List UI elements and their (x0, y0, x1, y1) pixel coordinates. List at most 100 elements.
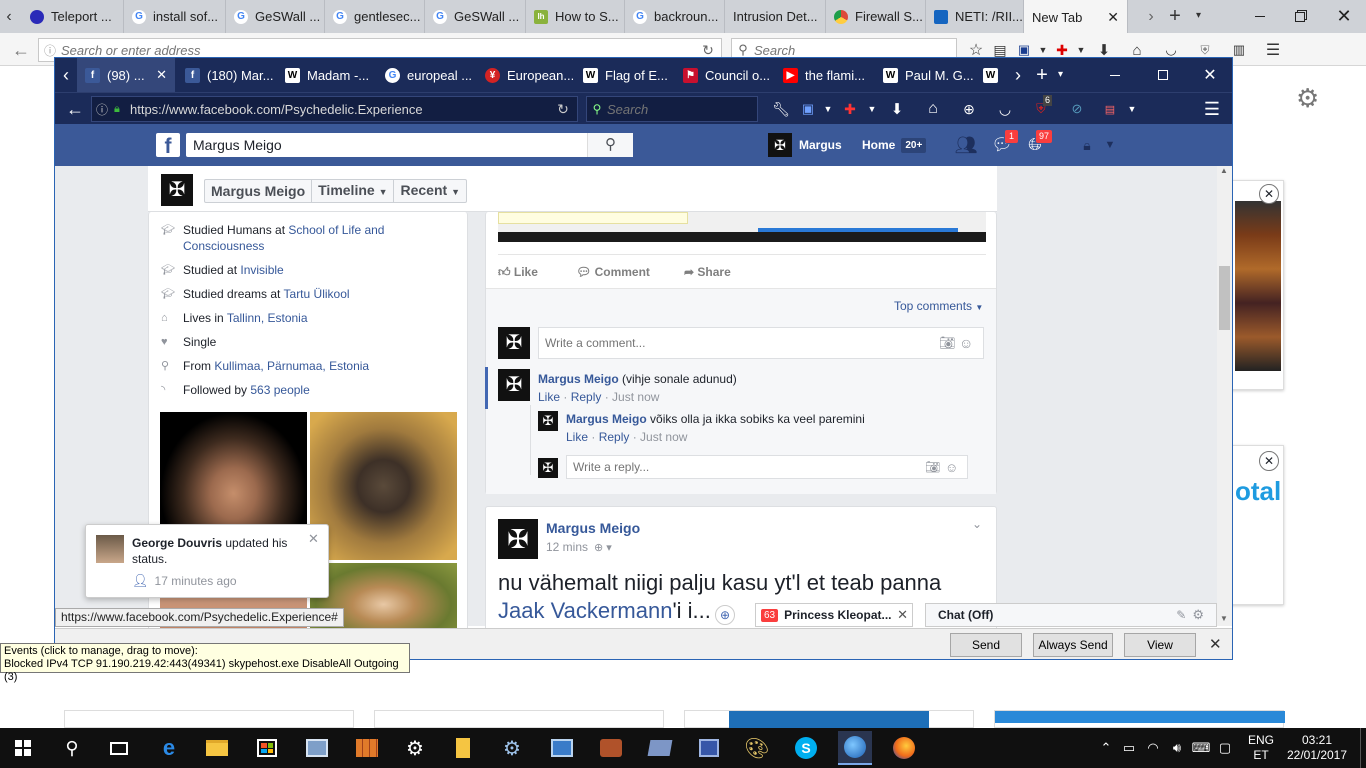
comment-time[interactable]: Just now (612, 390, 659, 404)
outer-tab[interactable]: G GeSWall ... (226, 0, 325, 33)
wifi-icon[interactable]: ◠ (1141, 740, 1165, 756)
comment-author[interactable]: Margus Meigo (566, 412, 647, 426)
comment-button[interactable]: 💬︎ Comment (576, 265, 684, 279)
maximize-button[interactable] (1143, 58, 1183, 92)
chat-sidebar-tab[interactable]: Chat (Off) ✎ ⚙ (925, 603, 1217, 627)
close-tile-icon[interactable]: ✕ (1259, 184, 1279, 204)
post-options-icon[interactable]: ⌄ (972, 517, 982, 531)
close-tab-icon[interactable]: ✕ (1107, 9, 1119, 26)
like-button[interactable]: 👍︎ Like (498, 265, 576, 280)
avatar[interactable]: ✠ (538, 411, 558, 431)
back-button[interactable]: ← (8, 37, 34, 63)
dropdown-icon[interactable]: ▼ (865, 104, 879, 114)
compose-icon[interactable]: ✎ (1176, 608, 1186, 622)
comment-reply-link[interactable]: Reply (599, 430, 630, 444)
reload-icon[interactable]: ↻ (550, 96, 576, 122)
inner-tab[interactable]: W Madam -... (277, 58, 375, 92)
tab-scroll-right-icon[interactable]: › (1143, 0, 1159, 33)
menu-icon[interactable]: ☰ (1199, 96, 1225, 122)
settings-icon[interactable]: ⚙ (398, 731, 432, 765)
view-button[interactable]: View (1124, 633, 1196, 657)
close-icon[interactable]: ✕ (897, 607, 908, 623)
save-icon[interactable]: ▣ (1012, 42, 1036, 58)
outer-tab-active[interactable]: New Tab ✕ (1024, 0, 1128, 34)
inner-urlbar[interactable]: ⓘ 🔒︎ https://www.facebook.com/Psychedeli… (91, 96, 578, 122)
fb-user-name[interactable]: Margus (799, 138, 842, 152)
avatar[interactable]: ✠ (498, 327, 530, 359)
info-icon[interactable]: ⓘ (39, 42, 61, 59)
wrench-icon[interactable]: 🔧︎ (767, 101, 795, 118)
start-button[interactable] (6, 731, 40, 765)
pocket-icon[interactable]: ◡ (1154, 42, 1188, 58)
show-hidden-icons-icon[interactable]: ⌃ (1095, 740, 1117, 756)
write-comment-box[interactable]: 📷︎ ☺ (538, 327, 984, 359)
post-time[interactable]: 12 mins (546, 540, 588, 554)
inner-tab[interactable]: ⚑ Council o... (675, 58, 773, 92)
intro-link[interactable]: Kullimaa, Pärnumaa, Estonia (214, 359, 369, 373)
intro-link[interactable]: 563 people (250, 383, 309, 397)
inner-tab-active[interactable]: f (98) ... ✕ (77, 58, 175, 92)
fb-home-label[interactable]: Home (862, 138, 895, 152)
gear-icon[interactable]: ⚙ (1192, 607, 1204, 623)
firefox-icon[interactable] (887, 731, 921, 765)
inner-tab[interactable]: Geuropeal ... (377, 58, 475, 92)
file-explorer-icon[interactable] (200, 731, 234, 765)
fb-search-box[interactable]: ⚲ (186, 133, 633, 157)
thumbnail-tile[interactable] (64, 710, 354, 728)
avatar[interactable]: ✠ (498, 519, 538, 559)
fb-profile-link[interactable]: ✠ Margus (768, 133, 842, 157)
comment-like-link[interactable]: Like (538, 390, 560, 404)
pocket-icon[interactable]: ◡ (987, 101, 1023, 118)
post-image[interactable] (498, 212, 986, 242)
intro-link[interactable]: Invisible (240, 263, 283, 277)
dropdown-icon[interactable]: ▼ (1036, 45, 1050, 55)
notification-popup[interactable]: George Douvris updated his status. 👤︎ 17… (85, 524, 329, 598)
keyboard-icon[interactable]: ⌨ (1189, 740, 1213, 756)
outer-tab[interactable]: lh How to S... (526, 0, 625, 33)
message-icon[interactable]: ▢ (1213, 740, 1237, 756)
tab-list-icon[interactable]: ▾ (1196, 4, 1212, 28)
globe-icon[interactable]: ⊕ (951, 101, 987, 118)
download-icon[interactable]: ⬇ (879, 100, 915, 118)
home-icon[interactable]: ⌂ (915, 100, 951, 118)
outer-tab[interactable]: Ggentlesec... (325, 0, 425, 33)
new-tab-button[interactable]: + (1030, 63, 1054, 87)
outer-tab[interactable]: Intrusion Det... (725, 0, 826, 33)
intro-link[interactable]: Tartu Ülikool (284, 287, 350, 301)
intro-link[interactable]: Tallinn, Estonia (227, 311, 308, 325)
dropdown-icon[interactable]: ▼ (1125, 104, 1139, 114)
first-aid-icon[interactable]: ✚ (1050, 42, 1074, 59)
home-icon[interactable]: ⌂ (1120, 42, 1154, 59)
tab-scroll-right-icon[interactable]: › (1009, 58, 1027, 92)
comment-reply-link[interactable]: Reply (571, 390, 602, 404)
back-button[interactable]: ← (63, 97, 87, 121)
globe-icon[interactable]: ⊕ ▾ (594, 541, 612, 554)
clock[interactable]: 03:21 22/01/2017 (1284, 733, 1350, 763)
reload-icon[interactable]: ↻ (695, 42, 721, 59)
outer-tab[interactable]: Teleport ... (22, 0, 124, 33)
close-tile-icon[interactable]: ✕ (1259, 451, 1279, 471)
language-indicator[interactable]: ENG ET (1245, 733, 1277, 763)
camera-icon[interactable]: 📷︎ (939, 335, 959, 351)
reply-input[interactable] (573, 460, 903, 474)
emoji-icon[interactable]: ☺ (945, 460, 967, 475)
inner-tab[interactable]: W Flag of E... (575, 58, 673, 92)
privacy-shortcuts-icon[interactable]: 🔒︎ (1075, 133, 1099, 157)
monitor-app-icon[interactable] (300, 731, 334, 765)
account-menu-icon[interactable]: ▼ (1101, 133, 1119, 157)
battery-icon[interactable]: ▭ (1117, 740, 1141, 756)
page-scrollbar[interactable]: ▲ ▼ (1217, 166, 1232, 626)
close-icon[interactable]: ✕ (308, 531, 319, 547)
pdf-icon[interactable]: ▤ (1095, 103, 1125, 116)
share-button[interactable]: ➦ Share (684, 265, 731, 279)
network-app-icon[interactable] (594, 731, 628, 765)
control-panel-icon[interactable] (545, 731, 579, 765)
ublock-icon[interactable]: ⛨ (1188, 43, 1222, 58)
close-icon[interactable]: ✕ (1209, 635, 1222, 653)
noscript-icon[interactable]: ⊘ (1059, 101, 1095, 117)
comment-input[interactable] (545, 336, 915, 350)
waterfox-icon[interactable] (838, 731, 872, 765)
minimize-button[interactable] (1095, 58, 1135, 92)
close-window-button[interactable]: ✕ (1322, 0, 1366, 33)
thumbnail-tile[interactable] (374, 710, 664, 728)
